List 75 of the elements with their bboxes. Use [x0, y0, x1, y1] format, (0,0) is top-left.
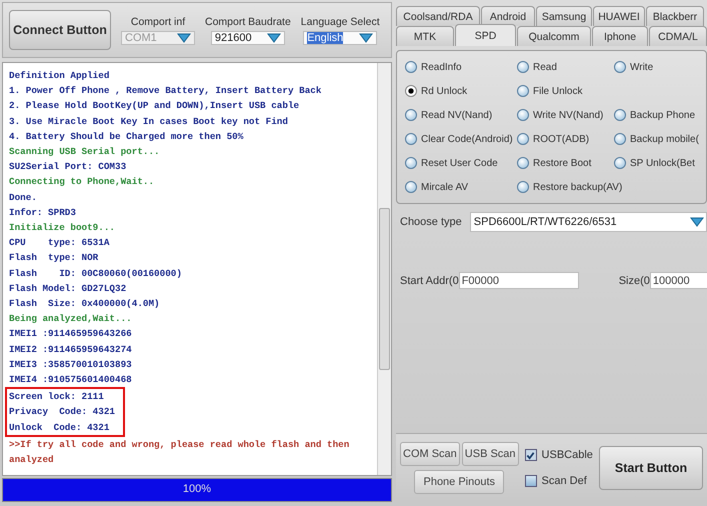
- tab[interactable]: Iphone: [592, 26, 648, 46]
- log-line: Initialize boot9...: [9, 221, 116, 236]
- scrollbar[interactable]: [377, 63, 391, 475]
- log-line: Definition Applied: [9, 69, 110, 83]
- com-scan-button[interactable]: COM Scan: [400, 442, 460, 466]
- log-line: >>If try all code and wrong, please read whole flash and then analyzed: [9, 438, 350, 468]
- start-address-field[interactable]: F00000: [458, 272, 579, 289]
- choose-type-label: Choose type: [400, 216, 462, 228]
- radio-option[interactable]: Write: [614, 61, 654, 73]
- tab[interactable]: SPD: [455, 24, 516, 46]
- radio-option[interactable]: Read: [517, 61, 557, 73]
- log-line: Privacy Code: 4321: [9, 405, 116, 420]
- dropdown[interactable]: English: [303, 30, 378, 44]
- radio-option[interactable]: ReadInfo: [405, 61, 462, 73]
- size-field[interactable]: 100000: [650, 272, 707, 289]
- log-line: IMEI1 :911465959643266: [9, 327, 133, 342]
- dropdown-arrow-icon: [266, 32, 281, 42]
- log-line: CPU type: 6531A: [9, 236, 110, 250]
- log-line: IMEI4 :910575601400468: [9, 373, 133, 388]
- size-label: Size(0: [618, 274, 650, 286]
- tab[interactable]: Qualcomm: [517, 26, 591, 46]
- radio-option[interactable]: File Unlock: [517, 85, 582, 97]
- dropdown-arrow-icon: [359, 32, 374, 42]
- connect-button[interactable]: Connect Button: [9, 10, 111, 50]
- log-line: Done.: [9, 190, 38, 205]
- radio-option[interactable]: Rd Unlock: [405, 85, 468, 97]
- log-line: 1. Power Off Phone , Remove Battery, Insert Battery Back: [9, 84, 322, 98]
- log-line: 2. Please Hold BootKey(UP and DOWN),Insert USB cable: [9, 99, 300, 114]
- checkbox-option[interactable]: Scan Def: [524, 475, 593, 487]
- tab[interactable]: MTK: [396, 26, 454, 46]
- tab[interactable]: Blackberr: [646, 6, 704, 26]
- log-line: Unlock Code: 4321: [9, 420, 110, 435]
- log-line: Flash Size: 0x400000(4.0M): [9, 297, 161, 312]
- log-line: Infor: SPRD3: [9, 206, 77, 220]
- radio-option[interactable]: Read NV(Nand): [405, 109, 492, 121]
- radio-option[interactable]: Mircale AV: [405, 181, 468, 193]
- radio-option[interactable]: Clear Code(Android): [405, 133, 513, 145]
- log-line: 3. Use Miracle Boot Key In cases Boot key not Find: [9, 114, 289, 129]
- field-label: Comport Baudrate: [205, 16, 291, 28]
- log-line: Flash Model: GD27LQ32: [9, 282, 128, 296]
- log-line: Flash ID: 00C80060(00160000): [9, 266, 183, 281]
- tab[interactable]: HUAWEI: [593, 6, 645, 26]
- usb-scan-button[interactable]: USB Scan: [462, 442, 519, 466]
- log-line: 4. Battery Should be Charged more then 50%: [9, 130, 244, 144]
- log-line: Flash type: NOR: [9, 251, 100, 266]
- checkbox-option[interactable]: USBCable: [524, 449, 593, 461]
- start-button[interactable]: Start Button: [599, 446, 703, 490]
- log-line: Being analyzed,Wait...: [9, 312, 133, 326]
- radio-option[interactable]: Backup Phone: [614, 109, 696, 121]
- log-line: IMEI2 :911465959643274: [9, 342, 133, 357]
- log-line: Screen lock: 2111: [9, 390, 105, 404]
- tab[interactable]: CDMA/L: [649, 26, 707, 46]
- radio-option[interactable]: ROOT(ADB): [517, 133, 590, 145]
- start-address-label: Start Addr(0: [400, 274, 459, 286]
- tab[interactable]: Coolsand/RDA: [396, 6, 480, 26]
- tab[interactable]: Samsung: [536, 6, 592, 26]
- field-label: Comport inf: [130, 16, 186, 28]
- dropdown-arrow-icon: [690, 217, 704, 227]
- radio-option[interactable]: SP Unlock(Bet: [614, 157, 695, 169]
- phone-pinouts-button[interactable]: Phone Pinouts: [414, 470, 504, 494]
- tab[interactable]: Android: [481, 6, 535, 26]
- progress-text: 100%: [182, 483, 212, 495]
- dropdown-arrow-icon: [177, 32, 191, 42]
- radio-option[interactable]: Backup mobile(: [614, 133, 699, 145]
- dropdown[interactable]: 921600: [210, 30, 285, 44]
- log-line: SU2Serial Port: COM33: [9, 160, 128, 174]
- radio-option[interactable]: Reset User Code: [405, 157, 498, 169]
- log-line: Scanning USB Serial port...: [9, 145, 161, 160]
- log-line: IMEI3 :358570010103893: [9, 358, 133, 372]
- radio-option[interactable]: Restore Boot: [517, 157, 592, 169]
- log-line: Connecting to Phone,Wait..: [9, 175, 156, 190]
- type-dropdown[interactable]: SPD6600L/RT/WT6226/6531: [470, 212, 707, 232]
- radio-option[interactable]: Write NV(Nand): [517, 109, 604, 121]
- field-label: Language Select: [300, 16, 380, 28]
- radio-option[interactable]: Restore backup(AV): [517, 181, 622, 193]
